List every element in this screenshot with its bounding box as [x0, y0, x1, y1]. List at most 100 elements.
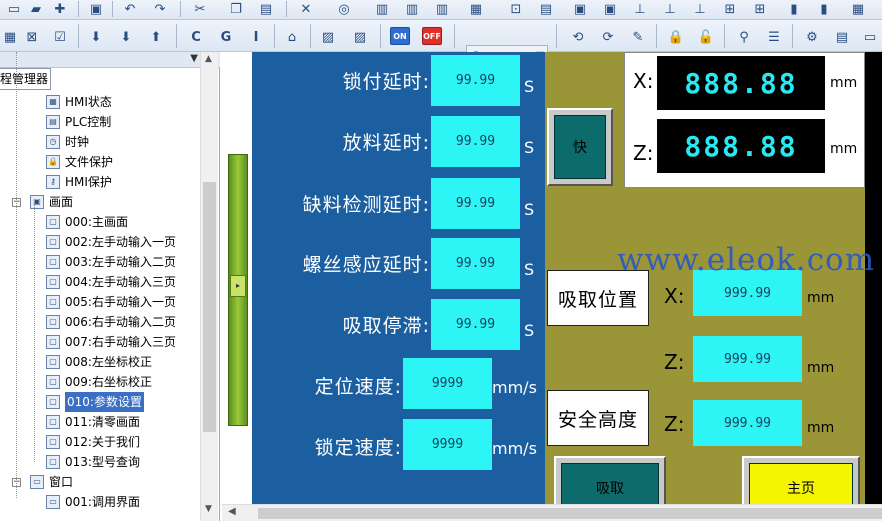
tree-item[interactable]: ▢ 012:关于我们 [46, 432, 140, 452]
order-icon[interactable]: ▣ [570, 2, 590, 17]
tree-item[interactable]: ▢ 006:右手动输入二页 [46, 312, 176, 332]
upload-icon[interactable]: ⬆ [146, 27, 166, 47]
speed-input[interactable]: 9999 [403, 419, 492, 470]
tree-item[interactable]: ▣ 画面 [30, 192, 73, 212]
tree-item[interactable]: ▢ 003:左手动输入二页 [46, 252, 176, 272]
scroll-thumb[interactable] [203, 182, 216, 432]
home-button[interactable]: 主页 [742, 456, 860, 504]
tree-item[interactable]: ▭ 001:调用界面 [46, 492, 140, 512]
window-icon[interactable]: ▭ [860, 27, 880, 47]
resize-icon[interactable]: ⊡ [506, 2, 526, 17]
sidebar-scrollbar[interactable]: ▲ ▼ [200, 52, 218, 521]
align-right-icon[interactable]: ▥ [432, 2, 452, 17]
tree-item[interactable]: ▢ 010:参数设置 [46, 392, 144, 412]
pick-position-button[interactable]: 吸取位置 [547, 270, 649, 326]
download-icon[interactable]: ⬇ [86, 27, 106, 47]
undo-icon[interactable]: ↶ [120, 2, 140, 17]
find-icon[interactable]: ◎ [334, 2, 354, 17]
simulate-icon[interactable]: ▤ [832, 27, 852, 47]
toolbar-separator [310, 24, 311, 48]
tree-item[interactable]: ▢ 009:右坐标校正 [46, 372, 152, 392]
off-toggle-icon[interactable]: OFF [422, 27, 442, 45]
spacing-icon[interactable]: ⊞ [720, 2, 740, 17]
layer-icon[interactable]: ▤ [536, 2, 556, 17]
canvas-horizontal-scrollbar[interactable]: ◀ [222, 504, 882, 521]
grid-icon[interactable]: ▦ [848, 2, 868, 17]
copy-icon[interactable]: ❐ [226, 2, 246, 17]
generate-icon[interactable]: G [216, 27, 236, 47]
add-screen-icon[interactable]: ▨ [350, 27, 370, 47]
binoculars-icon[interactable]: ⚲ [734, 27, 754, 47]
scroll-up-icon[interactable]: ▲ [205, 54, 212, 64]
cut-icon[interactable]: ✂ [190, 2, 210, 17]
size-icon[interactable]: ▮ [784, 2, 804, 17]
compile-icon[interactable]: C [186, 27, 206, 47]
image-icon[interactable]: ▨ [318, 27, 338, 47]
tree-item[interactable]: ⚷ HMI保护 [46, 172, 112, 192]
new-file-icon[interactable]: ▭ [4, 2, 24, 17]
param-input[interactable]: 99.99 [431, 55, 520, 106]
lock-icon[interactable]: 🔒 [666, 27, 686, 47]
distribute2-icon[interactable]: ⊥ [660, 2, 680, 17]
tree-item[interactable]: ▤ PLC控制 [46, 112, 111, 132]
paste-icon[interactable]: ▤ [256, 2, 276, 17]
info-icon[interactable]: I [246, 27, 266, 47]
next-screen-icon[interactable]: ⟳ [598, 27, 618, 47]
tree-item[interactable]: ▦ HMI状态 [46, 92, 112, 112]
group-icon[interactable]: ▦ [466, 2, 486, 17]
prev-screen-icon[interactable]: ⟲ [568, 27, 588, 47]
tree-item[interactable]: ▢ 008:左坐标校正 [46, 352, 152, 372]
align-left-icon[interactable]: ▥ [372, 2, 392, 17]
tree-item[interactable]: ▢ 007:右手动输入三页 [46, 332, 176, 352]
pick-x-unit: mm [807, 290, 835, 306]
param-input[interactable]: 99.99 [431, 116, 520, 167]
distribute-icon[interactable]: ⊥ [630, 2, 650, 17]
pin-icon[interactable]: ▼ [190, 53, 198, 64]
slider-knob[interactable]: ▸ [230, 275, 246, 297]
tree-item[interactable]: ▢ 011:清零画面 [46, 412, 140, 432]
check-icon[interactable]: ☑ [50, 27, 70, 47]
scroll-down-icon[interactable]: ▼ [205, 504, 212, 514]
size2-icon[interactable]: ▮ [814, 2, 834, 17]
add-icon[interactable]: ✚ [50, 2, 70, 17]
panel-tab[interactable]: 程管理器 [0, 68, 51, 90]
tree-item[interactable]: ▢ 013:型号查询 [46, 452, 140, 472]
tree-item[interactable]: ▢ 002:左手动输入一页 [46, 232, 176, 252]
home-screen-icon[interactable]: ⌂ [282, 27, 302, 47]
param-input[interactable]: 99.99 [431, 299, 520, 350]
tool-icon[interactable]: ✎ [628, 27, 648, 47]
tree-item[interactable]: ▭ 窗口 [30, 472, 73, 492]
param-input[interactable]: 99.99 [431, 238, 520, 289]
device-icon[interactable]: ▦ [0, 27, 20, 47]
unlock-icon[interactable]: 🔓 [696, 27, 716, 47]
spacing2-icon[interactable]: ⊞ [750, 2, 770, 17]
safe-z-input[interactable]: 999.99 [693, 400, 802, 446]
pick-z-input[interactable]: 999.99 [693, 336, 802, 382]
settings-icon[interactable]: ⚙ [802, 27, 822, 47]
properties-icon[interactable]: ☰ [764, 27, 784, 47]
fast-button[interactable]: 快 [547, 108, 613, 186]
open-folder-icon[interactable]: ▰ [26, 2, 46, 17]
tree-item[interactable]: ▢ 005:右手动输入一页 [46, 292, 176, 312]
distribute3-icon[interactable]: ⊥ [690, 2, 710, 17]
redo-icon[interactable]: ↷ [150, 2, 170, 17]
on-toggle-icon[interactable]: ON [390, 27, 410, 45]
delete-icon[interactable]: ✕ [296, 2, 316, 17]
tree-item[interactable]: 🔒 文件保护 [46, 152, 113, 172]
pick-button[interactable]: 吸取 [554, 456, 666, 504]
order2-icon[interactable]: ▣ [600, 2, 620, 17]
screen-icon: ▢ [46, 355, 60, 369]
align-center-icon[interactable]: ▥ [402, 2, 422, 17]
tree-item[interactable]: ▢ 004:左手动输入三页 [46, 272, 176, 292]
scroll-thumb[interactable] [258, 508, 882, 519]
tree-item[interactable]: ▢ 000:主画面 [46, 212, 128, 232]
safe-height-button[interactable]: 安全高度 [547, 390, 649, 446]
save-icon[interactable]: ▣ [86, 2, 106, 17]
download-all-icon[interactable]: ⬇ [116, 27, 136, 47]
delete-device-icon[interactable]: ⊠ [22, 27, 42, 47]
tree-item[interactable]: ◷ 时钟 [46, 132, 89, 152]
scroll-left-icon[interactable]: ◀ [228, 506, 236, 517]
param-input[interactable]: 99.99 [431, 178, 520, 229]
speed-input[interactable]: 9999 [403, 358, 492, 409]
green-slider[interactable]: ▸ [228, 154, 248, 426]
